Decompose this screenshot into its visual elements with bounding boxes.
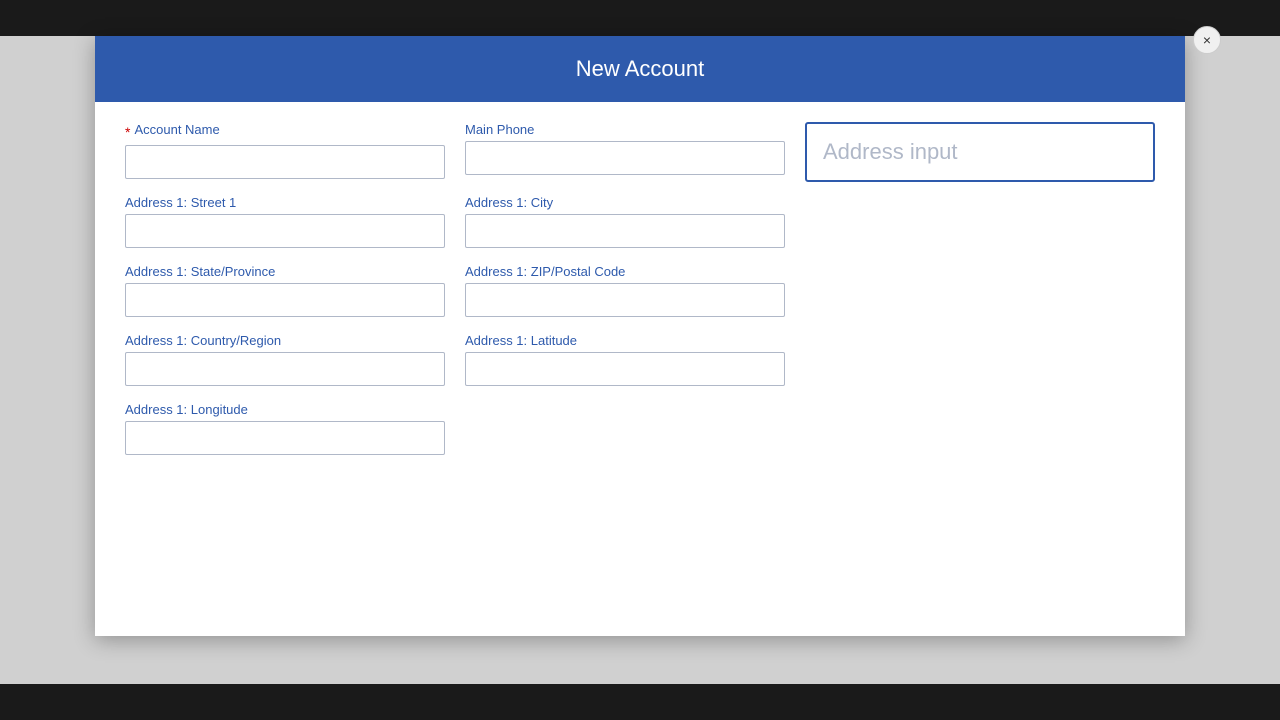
account-name-label-row: * Account Name [125,122,445,141]
modal-header: New Account × [95,36,1185,102]
form-row-4: Address 1: Country/Region Address 1: Lat… [125,333,785,386]
zip-input[interactable] [465,283,785,317]
account-name-group: * Account Name [125,122,445,179]
bottom-bar [0,684,1280,720]
zip-label: Address 1: ZIP/Postal Code [465,264,785,279]
form-row-3: Address 1: State/Province Address 1: ZIP… [125,264,785,317]
country-group: Address 1: Country/Region [125,333,445,386]
street1-group: Address 1: Street 1 [125,195,445,248]
state-input[interactable] [125,283,445,317]
latitude-input[interactable] [465,352,785,386]
longitude-spacer [465,402,785,455]
required-star: * [125,124,130,140]
city-label: Address 1: City [465,195,785,210]
longitude-group: Address 1: Longitude [125,402,445,455]
modal-body: * Account Name Main Phone [95,102,1185,501]
latitude-group: Address 1: Latitude [465,333,785,386]
form-row-5: Address 1: Longitude [125,402,785,455]
form-right [805,122,1155,471]
top-bar [0,0,1280,36]
form-layout: * Account Name Main Phone [125,122,1155,471]
address-input-field[interactable] [805,122,1155,182]
state-label: Address 1: State/Province [125,264,445,279]
main-phone-input[interactable] [465,141,785,175]
modal: New Account × * Account Name [95,36,1185,636]
state-group: Address 1: State/Province [125,264,445,317]
account-name-label: Account Name [134,122,219,137]
main-phone-label: Main Phone [465,122,785,137]
account-name-input[interactable] [125,145,445,179]
longitude-label: Address 1: Longitude [125,402,445,417]
close-button[interactable]: × [1193,26,1221,54]
form-row-2: Address 1: Street 1 Address 1: City [125,195,785,248]
city-input[interactable] [465,214,785,248]
country-input[interactable] [125,352,445,386]
city-group: Address 1: City [465,195,785,248]
country-label: Address 1: Country/Region [125,333,445,348]
longitude-input[interactable] [125,421,445,455]
form-row-1: * Account Name Main Phone [125,122,785,179]
latitude-label: Address 1: Latitude [465,333,785,348]
street1-input[interactable] [125,214,445,248]
main-phone-group: Main Phone [465,122,785,179]
form-left: * Account Name Main Phone [125,122,785,471]
zip-group: Address 1: ZIP/Postal Code [465,264,785,317]
street1-label: Address 1: Street 1 [125,195,445,210]
modal-title: New Account [576,56,704,81]
modal-wrapper: New Account × * Account Name [0,36,1280,684]
